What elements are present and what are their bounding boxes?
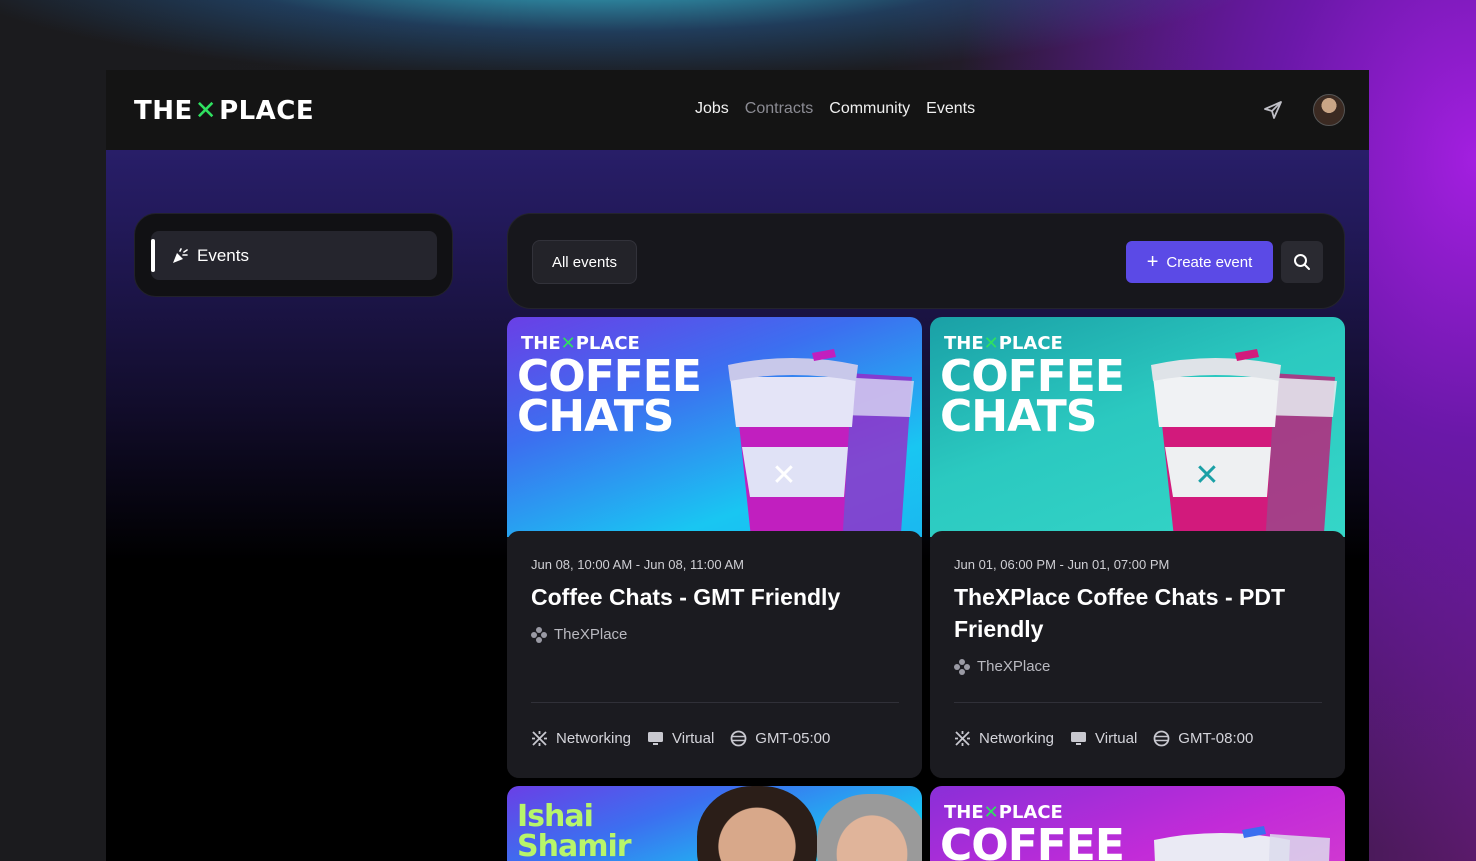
event-card[interactable]: THE✕PLACE COFFEE [930,786,1345,861]
globe-icon [730,730,747,747]
svg-text:✕: ✕ [1194,458,1219,493]
banner-headline: COFFEE CHATS [517,355,702,442]
logo-x-mark: ✕ [194,96,218,126]
create-event-button[interactable]: + Create event [1126,241,1273,283]
coffee-cup-illustration: ✕ [1151,349,1337,537]
tag-timezone-label: GMT-05:00 [755,730,831,747]
banner-headline-line-2: CHATS [940,391,1097,442]
sidebar-item-label: Events [197,245,249,265]
svg-text:✕: ✕ [771,458,796,493]
tag-category: Networking [531,730,631,747]
sidebar: Events [134,213,453,297]
user-avatar[interactable] [1313,94,1345,126]
logo-text-right: PLACE [219,96,315,126]
monitor-icon [1071,732,1087,745]
organizer-logo-icon [531,626,547,643]
tag-location-label: Virtual [1095,730,1138,747]
top-navbar: THE ✕ PLACE Jobs Contracts Community Eve… [106,70,1369,150]
event-banner: THE✕PLACE COFFEE CHATS ✕ [930,317,1345,537]
banner-headline-line-1: COFFEE [940,820,1125,861]
tag-location: Virtual [647,730,714,747]
tag-location-label: Virtual [672,730,715,747]
coffee-cup-illustration [1154,826,1330,861]
card-divider [531,702,899,703]
banner-headline: Ishai Shamir [517,799,632,861]
event-banner: Ishai Shamir [507,786,922,861]
search-button[interactable] [1281,241,1323,283]
event-card[interactable]: THE✕PLACE COFFEE CHATS ✕ Jun 08, 10:00 A… [507,317,922,778]
globe-icon [1153,730,1170,747]
coffee-cup-illustration: ✕ [728,349,914,537]
tag-timezone: GMT-08:00 [1153,730,1253,747]
speaker-photo [817,794,922,861]
sidebar-item-events[interactable]: Events [151,231,437,280]
search-icon [1294,254,1310,270]
event-title[interactable]: TheXPlace Coffee Chats - PDT Friendly [954,581,1324,645]
nav-link-jobs[interactable]: Jobs [695,100,729,118]
tag-timezone-label: GMT-08:00 [1178,730,1254,747]
app-window: THE ✕ PLACE Jobs Contracts Community Eve… [106,70,1369,861]
organizer-logo-icon [954,658,970,675]
events-toolbar: All events + Create event [507,213,1345,309]
nav-link-community[interactable]: Community [829,100,910,118]
event-date: Jun 08, 10:00 AM - Jun 08, 11:00 AM [531,557,744,572]
event-organizer: TheXPlace [531,626,627,643]
event-banner: THE✕PLACE COFFEE [930,786,1345,861]
organizer-name: TheXPlace [554,626,628,643]
event-title[interactable]: Coffee Chats - GMT Friendly [531,581,901,613]
tag-location: Virtual [1070,730,1137,747]
tag-category-label: Networking [979,730,1055,747]
active-indicator [151,239,155,272]
plus-icon: + [1146,251,1159,273]
tag-timezone: GMT-05:00 [730,730,830,747]
thexplace-logo[interactable]: THE ✕ PLACE [134,96,314,126]
speaker-photo [697,786,817,861]
banner-headline: COFFEE CHATS [940,355,1125,442]
banner-headline-line-1: Ishai [517,799,594,834]
logo-text-left: THE [134,96,193,126]
nav-link-contracts[interactable]: Contracts [745,100,813,118]
event-tags: Networking Virtual GMT-08:00 [954,730,1253,747]
party-popper-icon [173,247,188,263]
create-event-label: Create event [1166,253,1253,271]
event-banner: THE✕PLACE COFFEE CHATS ✕ [507,317,922,537]
organizer-name: TheXPlace [977,658,1051,675]
all-events-filter[interactable]: All events [532,240,637,284]
networking-icon [532,731,547,746]
event-card[interactable]: Ishai Shamir [507,786,922,861]
event-card-body: Jun 01, 06:00 PM - Jun 01, 07:00 PM TheX… [930,531,1345,778]
tag-category-label: Networking [556,730,632,747]
send-icon[interactable] [1263,100,1283,120]
event-date: Jun 01, 06:00 PM - Jun 01, 07:00 PM [954,557,1170,572]
card-divider [954,702,1322,703]
monitor-icon [648,732,664,745]
networking-icon [955,731,970,746]
event-card[interactable]: THE✕PLACE COFFEE CHATS ✕ Jun 01, 06:00 P… [930,317,1345,778]
event-tags: Networking Virtual GMT-05:00 [531,730,830,747]
banner-headline: COFFEE [940,820,1125,861]
banner-headline-line-2: Shamir [517,829,632,861]
nav-link-events[interactable]: Events [926,100,975,118]
main-nav: Jobs Contracts Community Events [695,100,975,118]
tag-category: Networking [954,730,1054,747]
event-card-body: Jun 08, 10:00 AM - Jun 08, 11:00 AM Coff… [507,531,922,778]
event-organizer: TheXPlace [954,658,1050,675]
banner-headline-line-2: CHATS [517,391,674,442]
